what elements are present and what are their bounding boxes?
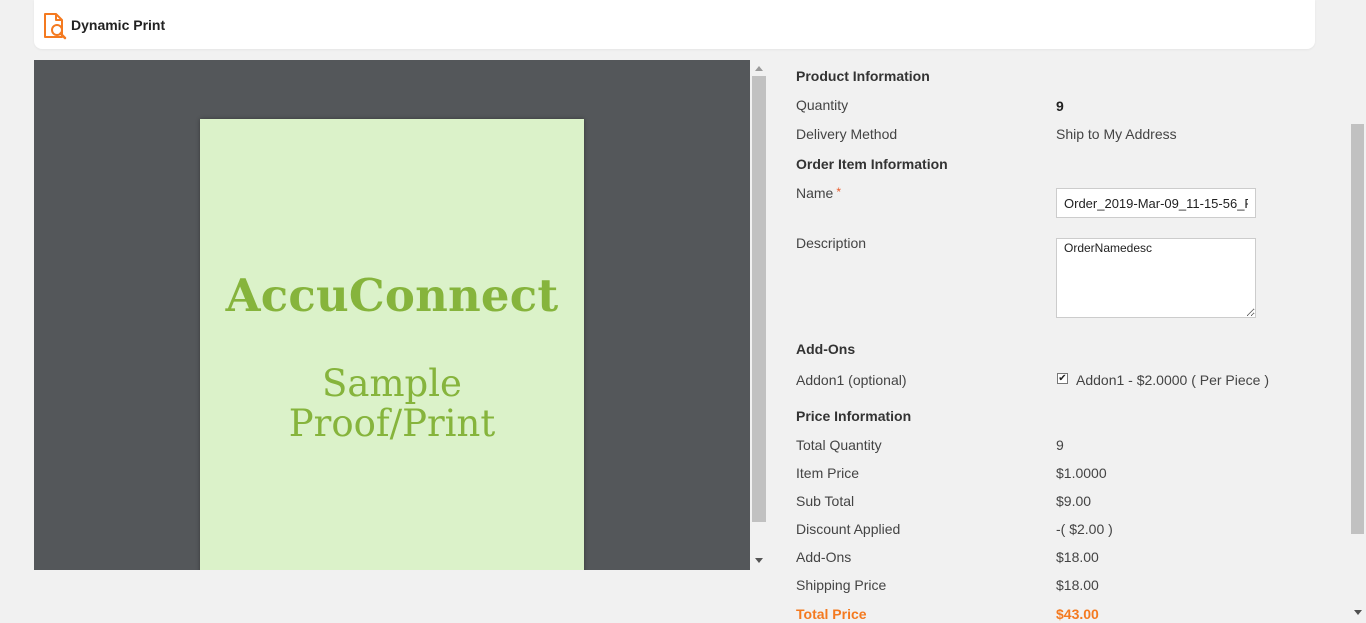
order-name-input[interactable] xyxy=(1056,188,1256,218)
delivery-method-value: Ship to My Address xyxy=(1056,126,1177,142)
description-textarea[interactable]: OrderNamedesc xyxy=(1056,238,1256,318)
quantity-value: 9 xyxy=(1056,98,1064,114)
page-scroll-down-arrow-icon[interactable] xyxy=(1354,610,1362,615)
addons-heading: Add-Ons xyxy=(796,341,856,357)
document-search-icon xyxy=(42,12,68,40)
order-item-heading: Order Item Information xyxy=(796,156,948,172)
page-scrollbar-thumb[interactable] xyxy=(1351,124,1364,534)
checkmark-icon: ✔ xyxy=(1058,373,1067,384)
price-info-heading: Price Information xyxy=(796,408,912,424)
total-price-label: Total Price xyxy=(796,606,867,622)
scroll-up-arrow-icon[interactable] xyxy=(755,66,763,71)
delivery-method-label: Delivery Method xyxy=(796,126,898,142)
required-marker: * xyxy=(836,185,842,199)
scroll-down-arrow-icon[interactable] xyxy=(755,558,763,563)
preview-scrollbar-thumb[interactable] xyxy=(752,76,766,522)
product-info-heading: Product Information xyxy=(796,68,930,84)
preview-scrollbar[interactable] xyxy=(752,62,766,570)
proof-subtitle: Sample Proof/Print xyxy=(200,364,584,444)
app-header: Dynamic Print xyxy=(34,0,1315,49)
proof-preview-pane[interactable]: AccuConnect Sample Proof/Print xyxy=(34,60,750,570)
shipping-price-value: $18.00 xyxy=(1056,577,1099,593)
name-label-text: Name xyxy=(796,185,834,201)
proof-brand-text: AccuConnect xyxy=(225,269,559,322)
page-scrollbar[interactable] xyxy=(1349,0,1366,623)
addons-price-label: Add-Ons xyxy=(796,549,852,565)
sub-total-label: Sub Total xyxy=(796,493,855,509)
addon-option-label[interactable]: Addon1 - $2.0000 ( Per Piece ) xyxy=(1076,372,1269,388)
name-label: Name * xyxy=(796,185,841,201)
discount-label: Discount Applied xyxy=(796,521,901,537)
sub-total-value: $9.00 xyxy=(1056,493,1092,509)
total-price-value: $43.00 xyxy=(1056,606,1099,622)
discount-value: -( $2.00 ) xyxy=(1056,521,1113,537)
proof-page: AccuConnect Sample Proof/Print xyxy=(200,119,584,570)
page-title: Dynamic Print xyxy=(71,17,166,33)
shipping-price-label: Shipping Price xyxy=(796,577,887,593)
item-price-value: $1.0000 xyxy=(1056,465,1107,481)
addon-checkbox[interactable]: ✔ xyxy=(1057,373,1068,384)
addon-label: Addon1 (optional) xyxy=(796,372,907,388)
description-label: Description xyxy=(796,235,867,251)
addons-price-value: $18.00 xyxy=(1056,549,1099,565)
proof-subtitle-line2: Proof/Print xyxy=(288,402,496,445)
quantity-label: Quantity xyxy=(796,97,849,113)
total-quantity-label: Total Quantity xyxy=(796,437,882,453)
item-price-label: Item Price xyxy=(796,465,860,481)
proof-subtitle-line1: Sample xyxy=(322,362,462,405)
total-quantity-value: 9 xyxy=(1056,437,1064,453)
